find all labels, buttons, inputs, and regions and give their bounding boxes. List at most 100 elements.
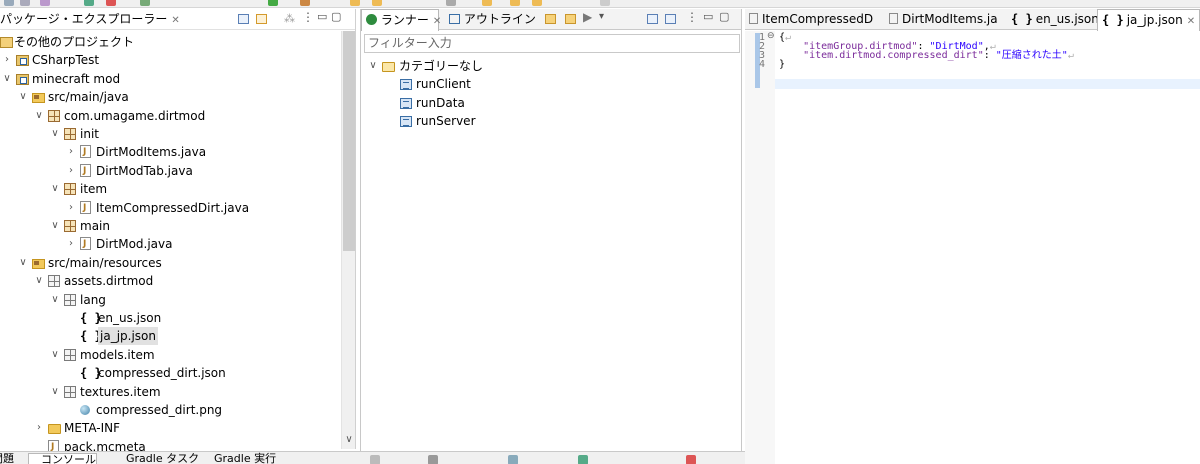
run-last-icon[interactable] — [268, 0, 278, 6]
scrollbar-thumb[interactable] — [343, 31, 355, 251]
collapse-toggle-icon[interactable]: ∨ — [50, 180, 60, 198]
project-icon — [16, 55, 29, 67]
tab-gradle-executions[interactable]: Gradle 実行 — [214, 453, 276, 464]
expand-toggle-icon[interactable]: ∨ — [368, 57, 378, 75]
runner-view: ランナー ✕ アウトライン ▶ ▾ ⋮ ▭ ▢ フィルター入力 ∨ カテゴリーなし… — [360, 9, 742, 461]
maximize-icon[interactable]: ▢ — [331, 10, 341, 23]
tree-item-label: en_us.json — [98, 311, 162, 325]
editor-tab[interactable]: { } ja_jp.json ✕ — [1097, 9, 1200, 31]
minimize-icon[interactable]: ▭ — [317, 10, 327, 23]
remove-all-icon[interactable] — [428, 455, 438, 464]
tab-runner[interactable]: ランナー ✕ — [361, 9, 441, 31]
tree-item-label: models.item — [80, 347, 155, 362]
tab-package-explorer[interactable]: パッケージ・エクスプローラー ✕ — [0, 9, 180, 30]
expand-toggle-icon[interactable]: › — [66, 143, 76, 161]
tree-item-label: DirtMod.java — [96, 237, 173, 252]
filter-input[interactable]: フィルター入力 — [364, 34, 740, 53]
tab-outline[interactable]: アウトライン — [445, 9, 536, 30]
line-number: 4 — [758, 59, 765, 70]
collapse-toggle-icon[interactable]: ∨ — [50, 346, 60, 364]
code-line-3[interactable]: "item.dirtmod.compressed_dirt": "圧縮された土"… — [779, 50, 1074, 61]
vertical-scrollbar[interactable]: ∨ — [341, 31, 355, 449]
scroll-lock-icon[interactable] — [508, 455, 518, 464]
tree-item-label: item — [80, 182, 108, 197]
remove-launch-icon[interactable] — [370, 455, 380, 464]
json-value: "圧縮された土" — [995, 50, 1068, 61]
collapse-toggle-icon[interactable]: ∨ — [50, 383, 60, 401]
collapse-toggle-icon[interactable]: ∨ — [18, 254, 28, 272]
resource-package-icon — [64, 385, 76, 398]
tree-item-label: lang — [80, 292, 106, 307]
scroll-down-icon[interactable]: ∨ — [342, 434, 356, 445]
expand-toggle-icon[interactable]: › — [66, 162, 76, 180]
collapse-toggle-icon[interactable]: ∨ — [50, 291, 60, 309]
tree-item-label: main — [80, 219, 110, 233]
collapse-toggle-icon[interactable]: ∨ — [50, 217, 60, 235]
launch-config-icon — [400, 79, 412, 90]
main-toolbar — [0, 0, 1200, 8]
open-console-icon[interactable] — [686, 455, 696, 464]
view-menu-icon[interactable]: ⋮ — [686, 10, 698, 24]
run-selected-icon[interactable]: ▶ — [583, 10, 592, 24]
code-line-4[interactable]: } — [779, 59, 786, 70]
code-token: } — [779, 59, 786, 70]
maximize-icon[interactable]: ▢ — [719, 10, 729, 23]
fold-collapse-icon[interactable]: ⊖ — [767, 31, 775, 41]
search-icon[interactable] — [446, 0, 456, 6]
java-file-icon — [749, 13, 758, 24]
expand-toggle-icon[interactable]: › — [34, 419, 44, 437]
save-icon[interactable] — [20, 0, 30, 6]
package-icon — [48, 109, 60, 122]
pin-console-icon[interactable] — [578, 455, 588, 464]
tab-console[interactable]: コンソール — [28, 453, 97, 464]
collapse-all-icon[interactable] — [647, 14, 658, 24]
expand-toggle-icon[interactable]: › — [2, 51, 12, 69]
print-icon[interactable] — [40, 0, 50, 6]
dropdown-icon[interactable]: ▾ — [599, 11, 604, 22]
open-launch-icon[interactable] — [565, 14, 576, 24]
view-menu-icon[interactable]: ⋮ — [302, 10, 314, 24]
collapse-toggle-icon[interactable]: ∨ — [18, 88, 28, 106]
run-icon[interactable] — [140, 0, 150, 6]
collapse-toggle-icon[interactable]: ∨ — [34, 272, 44, 290]
open-resource-icon[interactable] — [372, 0, 382, 6]
back-icon[interactable] — [510, 0, 520, 6]
tree-item-label: src/main/java — [48, 90, 129, 105]
new-icon[interactable] — [4, 0, 14, 6]
bottom-panel-tabbar: 問題 コンソール Gradle タスク Gradle 実行 — [0, 451, 745, 464]
filter-icon[interactable]: ⁂ — [284, 12, 295, 25]
tab-problems[interactable]: 問題 — [0, 453, 14, 464]
launch-config-icon — [400, 97, 412, 109]
open-type-icon[interactable] — [350, 0, 360, 6]
debug-icon[interactable] — [84, 0, 94, 6]
close-icon[interactable]: ✕ — [171, 15, 179, 26]
json-file-icon: { } — [80, 329, 102, 344]
editor-tab[interactable]: { } en_us.json — [1007, 9, 1099, 30]
expand-toggle-icon[interactable]: › — [66, 235, 76, 253]
collapse-toggle-icon[interactable]: ∨ — [34, 107, 44, 125]
tree-item-label: META-INF — [64, 421, 121, 436]
minimize-icon[interactable]: ▭ — [703, 10, 713, 23]
project-icon — [16, 73, 29, 85]
tree-item-label: textures.item — [80, 384, 161, 399]
stop-icon[interactable] — [106, 0, 116, 6]
forward-icon[interactable] — [532, 0, 542, 6]
open-perspective-icon[interactable] — [600, 0, 610, 6]
close-icon[interactable]: ✕ — [433, 16, 441, 27]
collapse-toggle-icon[interactable]: ∨ — [2, 70, 12, 88]
next-annotation-icon[interactable] — [482, 0, 492, 6]
collapse-toggle-icon[interactable]: ∨ — [50, 125, 60, 143]
close-icon[interactable]: ✕ — [1187, 16, 1195, 27]
expand-all-icon[interactable] — [665, 14, 676, 24]
tab-gradle-tasks[interactable]: Gradle タスク — [126, 453, 199, 464]
external-tools-icon[interactable] — [300, 0, 310, 6]
collapse-all-icon[interactable] — [238, 14, 249, 24]
java-file-icon — [80, 235, 91, 253]
editor-tab[interactable]: ItemCompressedD — [745, 9, 883, 30]
new-launch-icon[interactable] — [545, 14, 556, 24]
expand-toggle-icon[interactable]: › — [66, 199, 76, 217]
link-with-editor-icon[interactable] — [256, 14, 267, 24]
tab-label: ja_jp.json — [1126, 13, 1183, 27]
editor-tab[interactable]: DirtModItems.ja — [885, 9, 1005, 30]
json-file-icon: { } — [1102, 13, 1124, 27]
